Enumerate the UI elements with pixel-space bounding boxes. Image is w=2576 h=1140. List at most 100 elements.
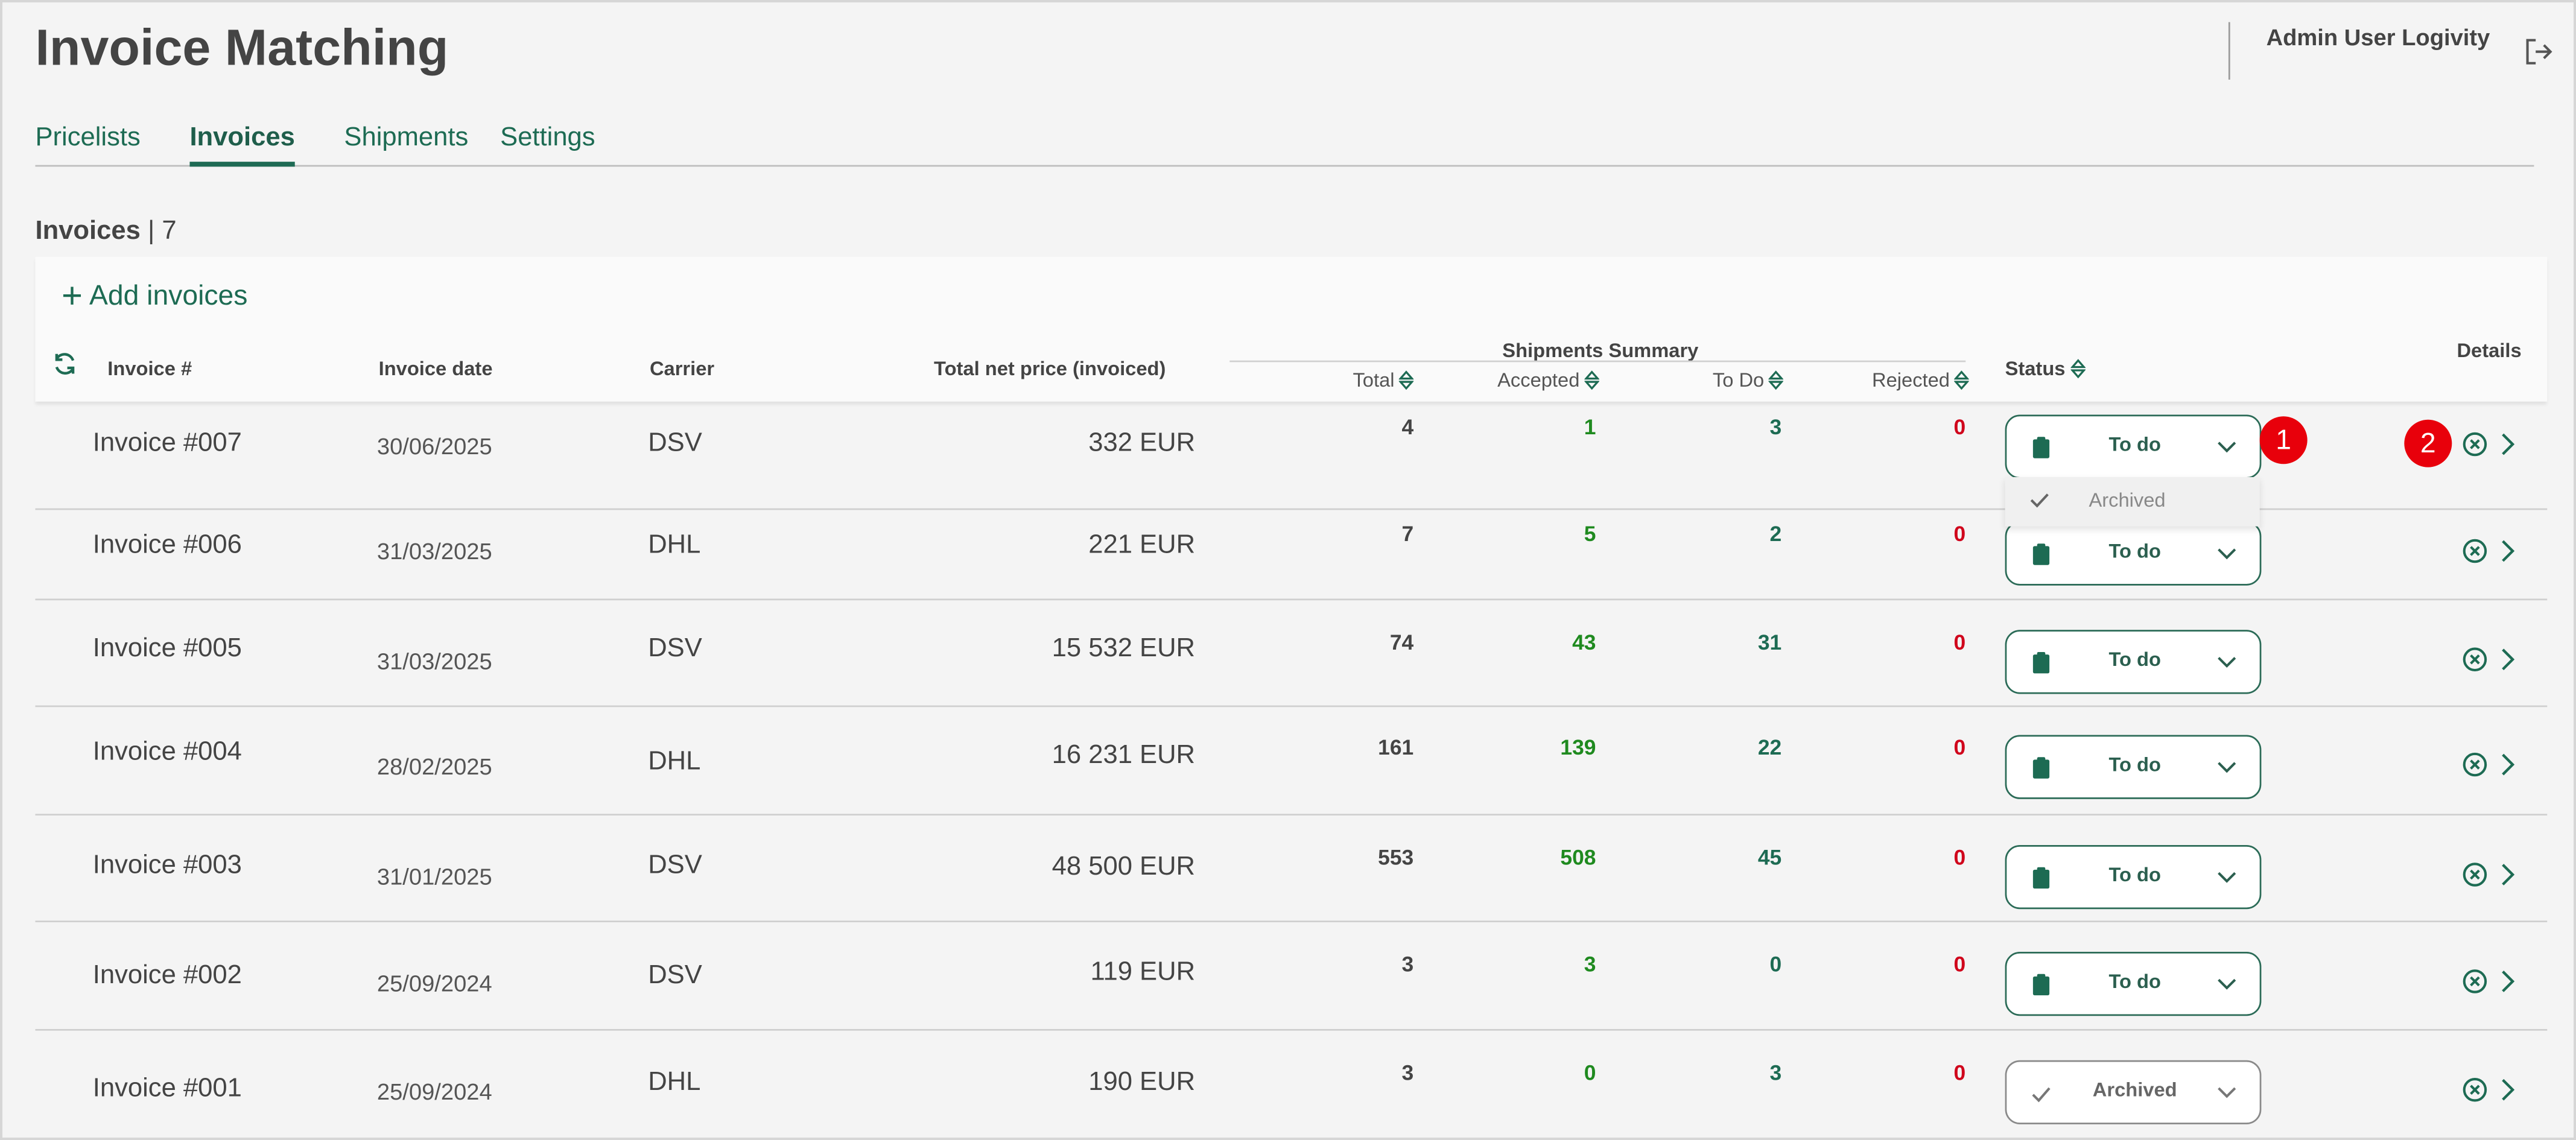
close-circle-icon[interactable] [2462,538,2489,565]
chevron-right-icon[interactable] [2499,539,2516,562]
col-date-header[interactable]: Invoice date [379,357,493,380]
shipments-total: 3 [1401,952,1414,977]
table-header-panel: + Add invoices Invoice # Invoice date Ca… [35,257,2548,402]
shipments-todo: 3 [1769,1059,1782,1085]
row-actions [2462,861,2521,887]
carrier: DSV [648,850,702,879]
user-name: Admin User Logivity [2266,24,2490,50]
chevron-down-icon [2218,871,2236,882]
table-row[interactable]: Invoice #004 28/02/2025 DHL 16 231 EUR 1… [35,707,2548,815]
col-invoice-header[interactable]: Invoice # [107,357,192,380]
dropdown-option-label: Archived [2089,489,2166,512]
status-dropdown[interactable]: Archived [2005,1059,2262,1124]
invoices-count: 7 [162,217,177,246]
col-rejected-header[interactable]: Rejected [1872,369,1970,391]
dropdown-option-archived[interactable]: Archived [2005,477,2260,527]
col-accepted-label: Accepted [1497,369,1580,392]
shipments-todo: 3 [1769,414,1782,440]
col-total-header[interactable]: Total [1353,369,1415,391]
row-actions [2462,968,2521,995]
shipments-summary-header: Shipments Summary [1502,339,1699,363]
shipments-accepted: 5 [1584,521,1596,546]
carrier: DHL [648,531,701,560]
shipments-rejected: 0 [1953,1059,1966,1085]
net-price: 16 231 EUR [1052,741,1196,770]
carrier: DSV [648,961,702,990]
chevron-right-icon[interactable] [2499,432,2516,455]
col-price-header[interactable]: Total net price (invoiced) [934,357,1166,380]
shipments-total: 4 [1401,414,1414,440]
add-invoices-button[interactable]: + Add invoices [62,277,248,314]
refresh-icon[interactable] [52,350,78,377]
invoice-number: Invoice #005 [92,634,242,662]
invoices-heading-label: Invoices [35,217,141,246]
invoice-number: Invoice #006 [92,531,242,560]
check-icon [2030,493,2049,508]
shipments-accepted: 0 [1584,1059,1596,1085]
shipments-rejected: 0 [1953,844,1966,869]
net-price: 221 EUR [1088,531,1196,560]
invoice-number: Invoice #001 [92,1074,242,1103]
row-actions [2462,752,2521,778]
row-actions [2462,1076,2521,1103]
shipments-todo: 22 [1757,735,1782,760]
tab-invoices[interactable]: Invoices [189,124,295,167]
shipments-total: 74 [1389,629,1414,654]
shipments-todo: 31 [1757,629,1782,654]
status-dropdown[interactable]: To do [2005,414,2262,479]
tab-pricelists[interactable]: Pricelists [35,124,140,163]
invoice-date: 31/03/2025 [376,537,492,565]
chevron-down-icon [2218,1086,2236,1098]
invoices-heading-separator: | [147,217,155,246]
row-actions [2462,431,2521,458]
net-price: 190 EUR [1088,1067,1196,1096]
chevron-right-icon[interactable] [2499,753,2516,776]
col-status-label: Status [2005,357,2066,381]
tab-shipments[interactable]: Shipments [344,124,468,163]
invoice-number: Invoice #004 [92,738,242,767]
status-dropdown[interactable]: To do [2005,629,2262,694]
add-invoices-label: Add invoices [89,280,248,311]
invoice-date: 30/06/2025 [376,432,492,460]
invoice-date: 31/01/2025 [376,862,492,889]
invoice-date: 25/09/2024 [376,969,492,996]
table-row[interactable]: Invoice #001 25/09/2024 DHL 190 EUR 3 0 … [35,1030,2547,1137]
shipments-rejected: 0 [1953,414,1966,440]
carrier: DSV [648,429,702,458]
logout-icon[interactable] [2522,35,2555,68]
chevron-right-icon[interactable] [2499,647,2516,670]
col-accepted-header[interactable]: Accepted [1497,369,1600,392]
status-dropdown[interactable]: To do [2005,735,2262,799]
sort-icon [2070,359,2086,379]
shipments-accepted: 3 [1584,952,1596,977]
shipments-total: 553 [1378,844,1414,869]
status-dropdown[interactable]: To do [2005,844,2262,908]
close-circle-icon[interactable] [2462,431,2489,458]
chevron-right-icon[interactable] [2499,863,2516,885]
net-price: 332 EUR [1088,429,1196,458]
close-circle-icon[interactable] [2462,752,2489,778]
sort-icon [1584,370,1600,390]
shipments-rejected: 0 [1953,521,1966,546]
close-circle-icon[interactable] [2462,861,2489,887]
chevron-right-icon[interactable] [2499,1077,2516,1100]
col-status-header[interactable]: Status [2005,357,2086,380]
table-row[interactable]: Invoice #002 25/09/2024 DSV 119 EUR 3 3 … [35,922,2548,1030]
sort-icon [1399,370,1415,390]
status-dropdown[interactable]: To do [2005,952,2262,1016]
net-price: 119 EUR [1090,958,1196,987]
shipments-accepted: 139 [1560,735,1596,760]
col-todo-header[interactable]: To Do [1713,369,1784,391]
table-row[interactable]: Invoice #003 31/01/2025 DSV 48 500 EUR 5… [35,815,2548,922]
col-carrier-header[interactable]: Carrier [650,357,714,380]
close-circle-icon[interactable] [2462,968,2489,995]
table-row[interactable]: Invoice #005 31/03/2025 DSV 15 532 EUR 7… [35,600,2548,708]
close-circle-icon[interactable] [2462,1076,2489,1103]
tab-settings[interactable]: Settings [500,124,595,163]
status-dropdown[interactable]: To do [2005,521,2262,586]
close-circle-icon[interactable] [2462,645,2489,672]
chevron-right-icon[interactable] [2499,970,2516,993]
summary-divider [1229,360,1966,363]
invoice-number: Invoice #002 [92,961,242,990]
app-frame: Invoice Matching Admin User Logivity Pri… [0,0,2576,1140]
